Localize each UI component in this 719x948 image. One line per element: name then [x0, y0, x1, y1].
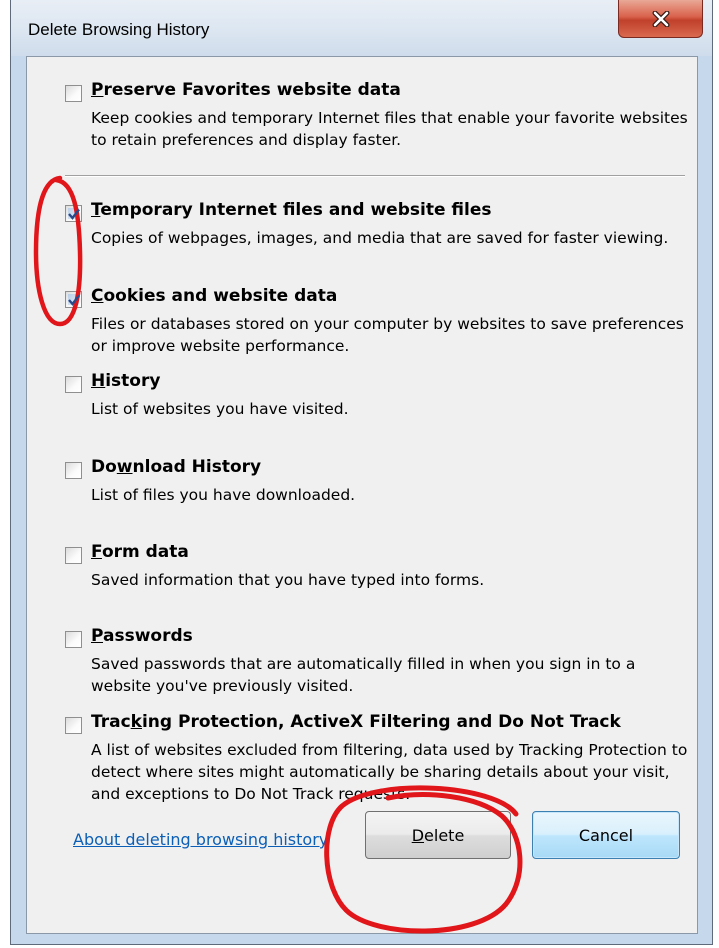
history-label[interactable]: History: [91, 371, 160, 391]
delete-button[interactable]: Delete: [365, 811, 511, 859]
access-key: P: [91, 626, 104, 646]
label-suffix: ing Protection, ActiveX Filtering and Do…: [141, 712, 621, 732]
access-key: w: [116, 457, 133, 477]
preserve-favorites-label[interactable]: Preserve Favorites website data: [91, 80, 401, 100]
cancel-button[interactable]: Cancel: [532, 811, 680, 859]
label-prefix: Do: [91, 457, 117, 477]
history-description: List of websites you have visited.: [91, 400, 349, 418]
dialog-title: Delete Browsing History: [28, 20, 210, 39]
checkmark-icon: [68, 294, 80, 306]
tracking-protection-description: A list of websites excluded from filteri…: [91, 741, 688, 803]
title-bar[interactable]: Delete Browsing History: [11, 0, 712, 56]
passwords-checkbox[interactable]: [65, 631, 82, 648]
about-deleting-history-link[interactable]: About deleting browsing history: [73, 830, 328, 849]
history-checkbox[interactable]: [65, 376, 82, 393]
close-icon: [652, 10, 669, 27]
tracking-protection-label[interactable]: Tracking Protection, ActiveX Filtering a…: [91, 712, 621, 732]
cookies-label[interactable]: Cookies and website data: [91, 286, 337, 306]
delete-browsing-history-dialog: Delete Browsing History Preserve Favorit…: [10, 0, 713, 945]
preserve-favorites-checkbox[interactable]: [65, 85, 82, 102]
access-key: k: [130, 712, 142, 732]
label-suffix: reserve Favorites website data: [103, 80, 401, 100]
access-key: H: [91, 371, 106, 391]
label-suffix: asswords: [103, 626, 193, 646]
separator: [65, 175, 685, 177]
passwords-description: Saved passwords that are automatically f…: [91, 655, 636, 695]
temporary-files-label[interactable]: Temporary Internet files and website fil…: [91, 200, 491, 220]
access-key: C: [91, 286, 104, 306]
dialog-body: Preserve Favorites website data Keep coo…: [26, 56, 698, 934]
passwords-label[interactable]: Passwords: [91, 626, 193, 646]
label-suffix: ookies and website data: [103, 286, 338, 306]
temporary-files-description: Copies of webpages, images, and media th…: [91, 229, 669, 247]
download-history-label[interactable]: Download History: [91, 457, 261, 477]
tracking-protection-checkbox[interactable]: [65, 717, 82, 734]
label-prefix: Trac: [91, 712, 131, 732]
cookies-description: Files or databases stored on your comput…: [91, 315, 684, 355]
access-key: P: [91, 80, 104, 100]
label-suffix: istory: [105, 371, 161, 391]
access-key: D: [411, 825, 425, 845]
cookies-checkbox[interactable]: [65, 291, 82, 308]
form-data-description: Saved information that you have typed in…: [91, 571, 485, 589]
access-key: F: [91, 542, 102, 562]
temporary-files-checkbox[interactable]: [65, 205, 82, 222]
delete-label: elete: [424, 825, 465, 845]
label-suffix: orm data: [101, 542, 189, 562]
access-key: T: [91, 200, 101, 220]
label-suffix: nload History: [132, 457, 262, 477]
preserve-favorites-description: Keep cookies and temporary Internet file…: [91, 109, 688, 149]
label-suffix: emporary Internet files and website file…: [100, 200, 492, 220]
close-button[interactable]: [618, 0, 703, 38]
download-history-checkbox[interactable]: [65, 462, 82, 479]
checkmark-icon: [68, 208, 80, 220]
form-data-checkbox[interactable]: [65, 547, 82, 564]
form-data-label[interactable]: Form data: [91, 542, 189, 562]
download-history-description: List of files you have downloaded.: [91, 486, 356, 504]
